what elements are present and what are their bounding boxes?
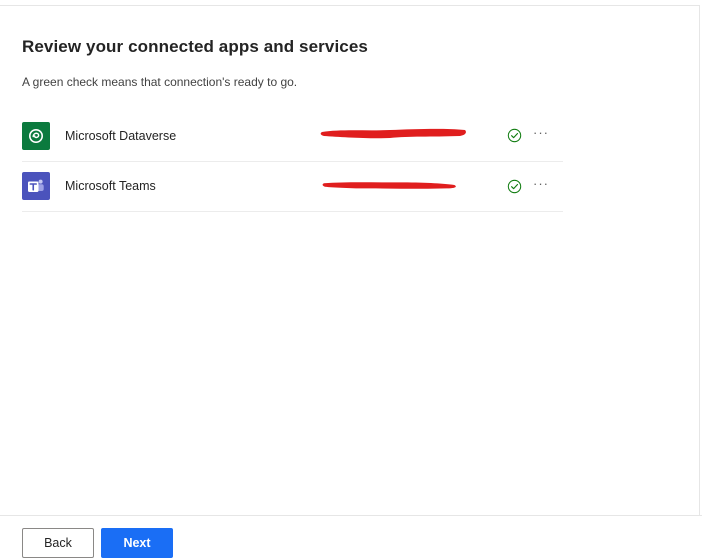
more-options-button[interactable]: ··· (530, 125, 552, 143)
redaction-mark (320, 128, 466, 139)
top-divider (0, 5, 699, 6)
connection-list: Microsoft Dataverse ··· Microsoft Teams (22, 112, 563, 212)
dataverse-icon (22, 122, 50, 150)
connection-row-teams: Microsoft Teams ··· (22, 162, 563, 212)
connection-name: Microsoft Dataverse (65, 129, 177, 143)
check-circle-icon (507, 179, 522, 194)
check-circle-icon (507, 128, 522, 143)
page-subtitle: A green check means that connection's re… (22, 75, 298, 89)
right-divider (699, 5, 700, 515)
connections-dialog: Review your connected apps and services … (0, 0, 702, 558)
connection-name: Microsoft Teams (65, 179, 156, 193)
next-button[interactable]: Next (101, 528, 173, 558)
footer-divider (0, 515, 702, 516)
teams-icon (22, 172, 50, 200)
connection-row-dataverse: Microsoft Dataverse ··· (22, 112, 563, 162)
more-options-button[interactable]: ··· (530, 176, 552, 194)
page-title: Review your connected apps and services (22, 37, 368, 56)
redaction-mark (322, 182, 456, 189)
back-button[interactable]: Back (22, 528, 94, 558)
